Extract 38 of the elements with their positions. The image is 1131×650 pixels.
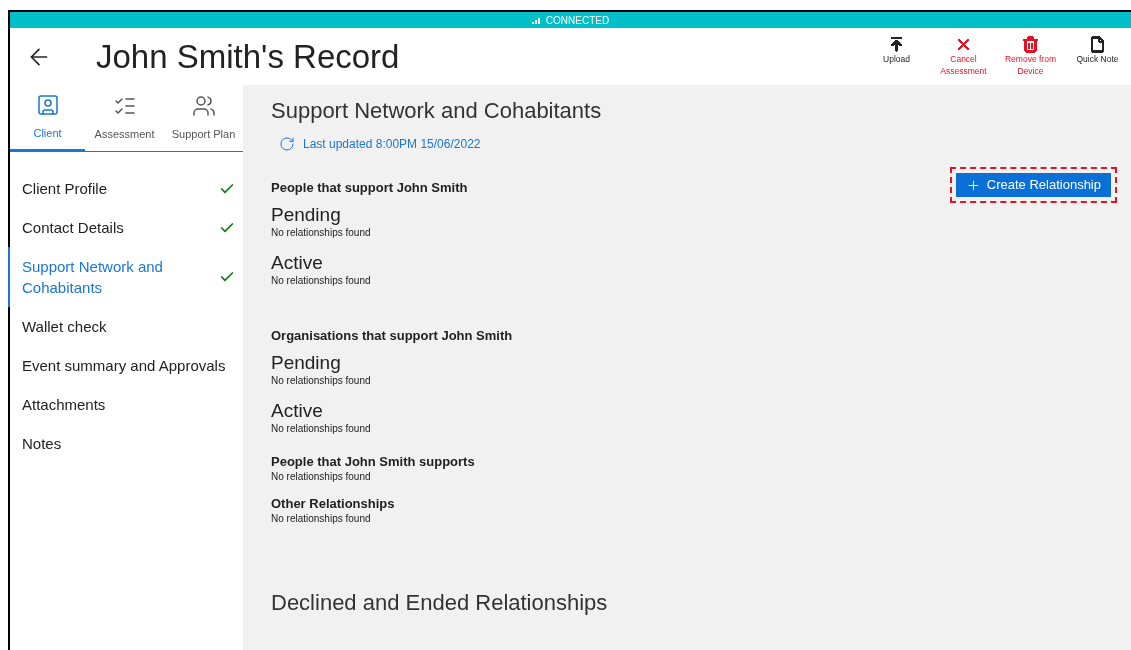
connection-status: CONNECTED (545, 13, 610, 28)
nav-item[interactable]: Event summary and Approvals (8, 346, 243, 385)
section-title: Declined and Ended Relationships (271, 589, 609, 617)
nav-item[interactable]: Attachments (8, 385, 243, 424)
nav-item[interactable]: Notes (8, 424, 243, 463)
tab[interactable]: Assessment (85, 85, 164, 151)
empty-message: No relationships found (271, 227, 372, 239)
toolbar-button[interactable]: Upload (863, 36, 930, 65)
group-heading: Organisations that support John Smith (271, 327, 513, 345)
signal-icon (531, 16, 542, 24)
last-updated: Last updated 8:00PM 15/06/2022 (303, 136, 481, 153)
group-heading: People that John Smith supports (271, 453, 476, 471)
toolbar-button[interactable]: Remove from Device (997, 36, 1064, 77)
group-heading: People that support John Smith (271, 179, 469, 197)
toolbar-button[interactable]: Cancel Assessment (930, 36, 997, 77)
nav-item[interactable]: Wallet check (8, 307, 243, 346)
section-title: Support Network and Cohabitants (271, 97, 603, 125)
nav-item[interactable]: Client Profile (8, 169, 243, 208)
nav-item[interactable]: Contact Details (8, 208, 243, 247)
status-heading: Active (271, 251, 324, 275)
plus-icon (965, 177, 981, 193)
status-heading: Active (271, 399, 324, 423)
toolbar-button[interactable]: Quick Note (1064, 36, 1131, 65)
status-heading: Pending (271, 203, 342, 227)
empty-message: No relationships found (271, 471, 372, 483)
status-heading: Pending (271, 351, 342, 375)
page-title: John Smith's Record (96, 36, 400, 77)
people-icon (191, 93, 216, 118)
create-relationship-button[interactable]: Create Relationship (955, 173, 1111, 197)
empty-message: No relationships found (271, 423, 372, 435)
person-list-icon (35, 92, 60, 117)
refresh-icon (279, 136, 295, 152)
tab[interactable]: Support Plan (164, 85, 243, 151)
group-heading: Other Relationships (271, 495, 396, 513)
empty-message: No relationships found (271, 375, 372, 387)
empty-message: No relationships found (271, 513, 372, 525)
empty-message: No relationships found (271, 275, 372, 287)
tab[interactable]: Client (10, 85, 86, 151)
